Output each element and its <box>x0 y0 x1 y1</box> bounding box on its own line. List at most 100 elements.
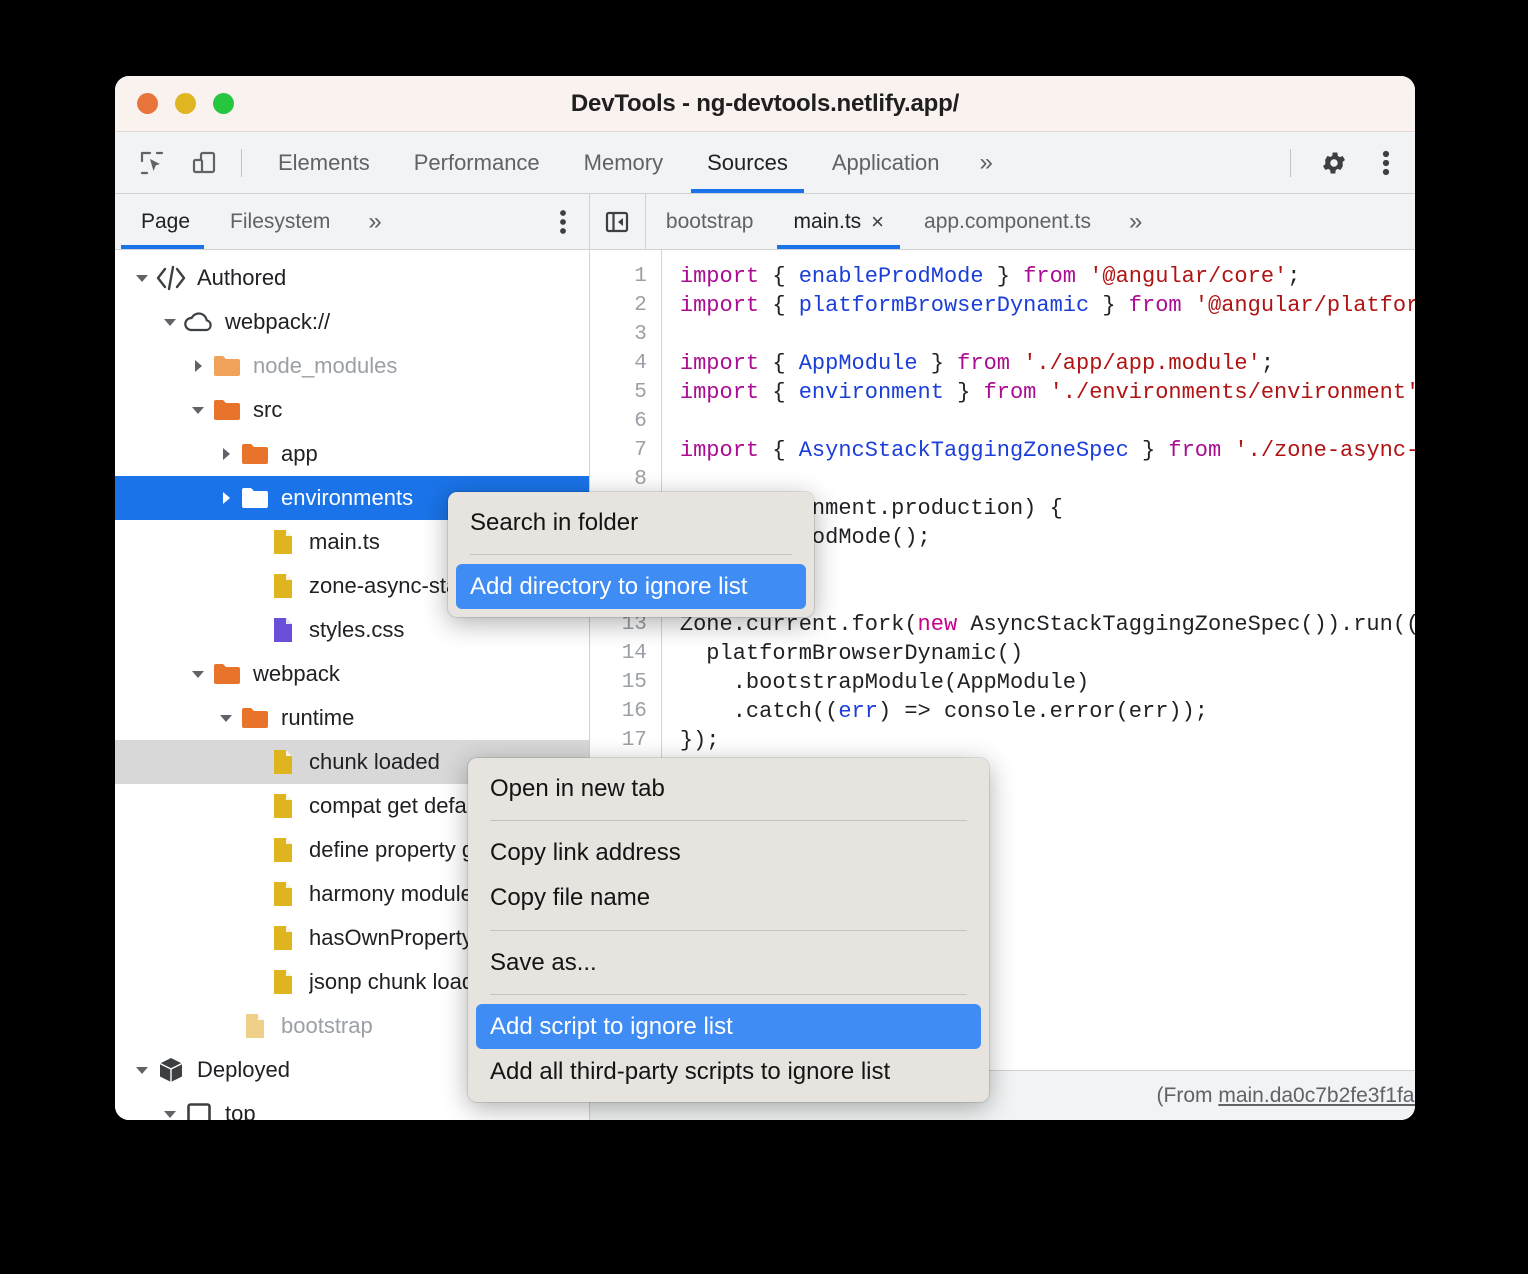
maximize-button[interactable] <box>213 93 234 114</box>
chevron-down-icon[interactable] <box>157 314 183 330</box>
chevron-down-icon[interactable] <box>213 710 239 726</box>
code-token: AsyncStackTaggingZoneSpec()).run(() => { <box>970 612 1415 637</box>
editor-tab-label: app.component.ts <box>924 210 1091 234</box>
code-line[interactable]: platformBrowserDynamic() <box>680 639 1415 668</box>
file-yellow-icon <box>267 528 299 556</box>
traffic-lights <box>137 93 234 114</box>
tab-application[interactable]: Application <box>810 132 962 193</box>
editor-tab-bootstrap[interactable]: bootstrap <box>646 194 774 249</box>
menu-item-add-all-third-party-scripts-to-ignore-list[interactable]: Add all third-party scripts to ignore li… <box>468 1049 989 1094</box>
chevron-down-icon[interactable] <box>185 402 211 418</box>
minimize-button[interactable] <box>175 93 196 114</box>
inspect-element-icon[interactable] <box>129 140 175 186</box>
chevron-down-icon[interactable] <box>185 666 211 682</box>
more-vertical-icon[interactable] <box>1363 140 1409 186</box>
gear-icon[interactable] <box>1311 140 1357 186</box>
navigator-more-tabs-icon[interactable]: » <box>350 208 399 236</box>
tree-item-webpack[interactable]: webpack <box>115 652 589 696</box>
editor-tab-label: bootstrap <box>666 210 754 234</box>
line-number: 7 <box>590 436 647 465</box>
chevron-right-icon[interactable] <box>213 446 239 462</box>
code-token: from <box>1129 293 1195 318</box>
tree-item-label: runtime <box>281 705 354 731</box>
menu-item-copy-file-name[interactable]: Copy file name <box>468 875 989 920</box>
code-line[interactable]: }); <box>680 726 1415 755</box>
code-token: }); <box>680 728 720 753</box>
tab-performance[interactable]: Performance <box>392 132 562 193</box>
menu-item-open-in-new-tab[interactable]: Open in new tab <box>468 766 989 811</box>
tree-item-node-modules[interactable]: node_modules <box>115 344 589 388</box>
source-origin-prefix: (From <box>1157 1084 1219 1107</box>
code-token: './zone-async-stack-tagging' <box>1234 438 1415 463</box>
menu-item-add-script-to-ignore-list[interactable]: Add script to ignore list <box>476 1004 981 1049</box>
source-origin-link[interactable]: main.da0c7b2fe3f1fa3.js <box>1218 1084 1415 1107</box>
code-line[interactable] <box>680 320 1415 349</box>
code-line[interactable] <box>680 465 1415 494</box>
menu-item-search-in-folder[interactable]: Search in folder <box>448 500 814 545</box>
editor-more-tabs-icon[interactable]: » <box>1111 208 1160 236</box>
code-token: new <box>918 612 971 637</box>
script-context-menu[interactable]: Open in new tab Copy link addressCopy fil… <box>468 758 989 1102</box>
cube-icon <box>155 1056 187 1084</box>
chevron-down-icon[interactable] <box>129 270 155 286</box>
chevron-down-icon[interactable] <box>157 1106 183 1120</box>
tree-item-runtime[interactable]: runtime <box>115 696 589 740</box>
code-token: { <box>772 293 798 318</box>
file-yellow-icon <box>267 572 299 600</box>
line-number: 5 <box>590 378 647 407</box>
chevron-right-icon[interactable] <box>185 358 211 374</box>
chevron-down-icon[interactable] <box>129 1062 155 1078</box>
close-icon[interactable]: × <box>871 209 884 235</box>
menu-separator <box>490 820 967 821</box>
device-toolbar-icon[interactable] <box>181 140 227 186</box>
line-number: 14 <box>590 639 647 668</box>
line-number: 2 <box>590 291 647 320</box>
source-origin: (From main.da0c7b2fe3f1fa3.js) <box>1157 1084 1415 1108</box>
toolbar-divider <box>241 149 242 177</box>
tab-sources[interactable]: Sources <box>685 132 810 193</box>
devtools-window: DevTools - ng-devtools.netlify.app/ Elem… <box>115 76 1415 1120</box>
editor-tab-main-ts[interactable]: main.ts × <box>773 194 904 249</box>
editor-tab-app-component-ts[interactable]: app.component.ts <box>904 194 1111 249</box>
folder-context-menu[interactable]: Search in folder Add directory to ignore … <box>448 492 814 617</box>
nav-tab-page[interactable]: Page <box>115 194 210 249</box>
code-line[interactable] <box>680 407 1415 436</box>
tab-elements[interactable]: Elements <box>256 132 392 193</box>
chevron-right-icon[interactable] <box>213 490 239 506</box>
code-token: '@angular/platform-browser-dynamic' <box>1195 293 1415 318</box>
navigator-more-options-icon[interactable] <box>537 208 589 236</box>
tree-item-src[interactable]: src <box>115 388 589 432</box>
tree-item-webpack[interactable]: webpack:// <box>115 300 589 344</box>
code-line[interactable]: .catch((err) => console.error(err)); <box>680 697 1415 726</box>
tree-item-app[interactable]: app <box>115 432 589 476</box>
tab-memory[interactable]: Memory <box>562 132 685 193</box>
more-tabs-icon[interactable]: » <box>961 149 1010 177</box>
code-token: { <box>772 380 798 405</box>
collapse-sidebar-icon[interactable] <box>590 194 646 249</box>
menu-separator <box>490 994 967 995</box>
menu-item-copy-link-address[interactable]: Copy link address <box>468 830 989 875</box>
code-line[interactable]: import { AppModule } from './app/app.mod… <box>680 349 1415 378</box>
code-token: ; <box>1261 351 1274 376</box>
file-yellow-icon <box>267 836 299 864</box>
code-token: './app/app.module' <box>1023 351 1261 376</box>
code-token: .bootstrapModule(AppModule) <box>680 670 1089 695</box>
menu-item-add-directory-to-ignore-list[interactable]: Add directory to ignore list <box>456 564 806 609</box>
code-token: environment <box>799 380 944 405</box>
code-token: import <box>680 438 772 463</box>
code-line[interactable]: import { platformBrowserDynamic } from '… <box>680 291 1415 320</box>
code-line[interactable]: import { enableProdMode } from '@angular… <box>680 262 1415 291</box>
code-token: ; <box>1287 264 1300 289</box>
nav-tab-filesystem[interactable]: Filesystem <box>210 194 350 249</box>
code-token: } <box>984 264 1024 289</box>
menu-item-save-as[interactable]: Save as... <box>468 940 989 985</box>
code-line[interactable]: .bootstrapModule(AppModule) <box>680 668 1415 697</box>
file-faded-icon <box>239 1012 271 1040</box>
line-number: 1 <box>590 262 647 291</box>
code-token: } <box>944 380 984 405</box>
code-token: enableProdMode <box>799 264 984 289</box>
tree-item-authored[interactable]: Authored <box>115 256 589 300</box>
close-button[interactable] <box>137 93 158 114</box>
code-line[interactable]: import { environment } from './environme… <box>680 378 1415 407</box>
code-line[interactable]: import { AsyncStackTaggingZoneSpec } fro… <box>680 436 1415 465</box>
